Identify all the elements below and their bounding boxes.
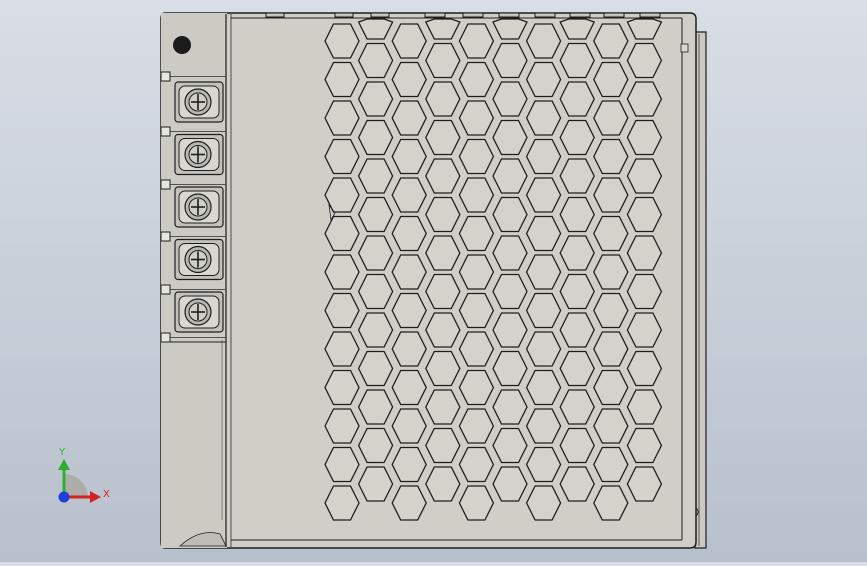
terminal-screw [174,186,224,228]
terminal-notch [160,71,171,82]
terminal-screw [174,81,224,123]
cad-model-view[interactable]: Y X [0,0,867,562]
mounting-hole [173,36,191,54]
terminal-screw [174,291,224,333]
terminal-notch [160,179,171,190]
terminal-notch [160,332,171,343]
terminal-block [174,81,224,333]
y-axis-arrowhead [58,459,70,470]
terminal-screw [174,238,224,281]
graphics-viewport[interactable]: Y X [0,0,867,562]
y-axis-label: Y [58,447,66,458]
terminal-screw [174,133,224,176]
x-axis-label: X [103,489,110,500]
z-axis-dot [58,491,70,503]
coordinate-triad: Y X [58,447,110,503]
terminal-notch [160,284,171,295]
terminal-notch [160,231,171,242]
latch-tab [680,43,689,53]
x-axis-arrowhead [90,491,101,503]
terminal-notch [160,126,171,137]
